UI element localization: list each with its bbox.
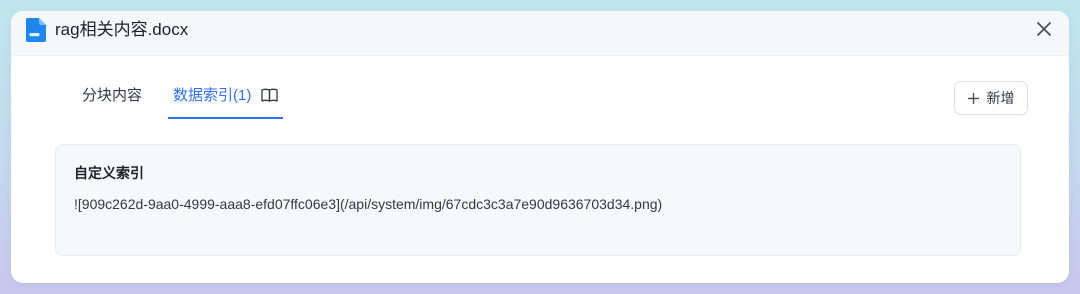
- modal-header: rag相关内容.docx: [11, 11, 1069, 56]
- tab-chunk-content[interactable]: 分块内容: [82, 83, 142, 117]
- plus-icon: [967, 92, 979, 104]
- file-detail-modal: rag相关内容.docx 分块内容 数据索引(1) 新增 自定义索引 ![909…: [11, 11, 1069, 283]
- modal-title: rag相关内容.docx: [55, 20, 189, 39]
- close-icon[interactable]: [1033, 18, 1055, 40]
- add-index-button[interactable]: 新增: [954, 81, 1028, 115]
- custom-index-content: ![909c262d-9aa0-4999-aaa8-efd07ffc06e3](…: [74, 196, 663, 212]
- tab-chunk-content-label: 分块内容: [82, 87, 143, 104]
- tab-data-index[interactable]: 数据索引(1): [168, 83, 283, 119]
- custom-index-card[interactable]: 自定义索引 ![909c262d-9aa0-4999-aaa8-efd07ffc…: [55, 144, 1021, 256]
- custom-index-title: 自定义索引: [74, 165, 144, 181]
- tab-data-index-label: 数据索引(1): [173, 87, 252, 104]
- add-index-button-label: 新增: [986, 90, 1015, 106]
- book-icon[interactable]: [260, 88, 278, 102]
- docx-file-icon: [26, 18, 46, 42]
